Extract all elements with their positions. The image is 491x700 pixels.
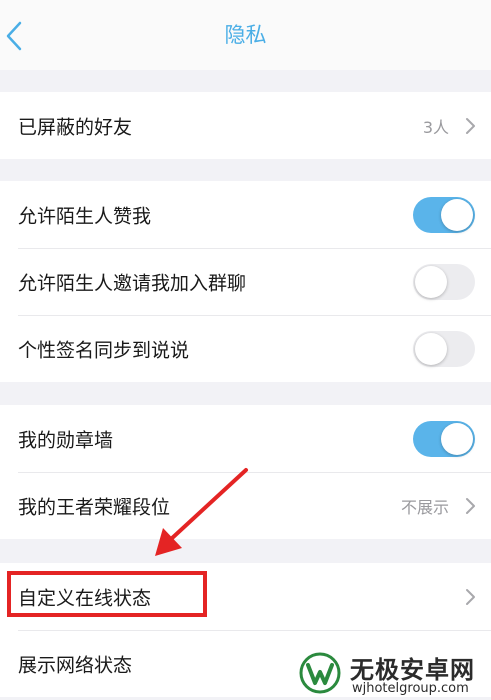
watermark: 无极安卓网 wjhotelgroup.com <box>298 648 491 700</box>
allow-stranger-group-invite-row: 允许陌生人邀请我加入群聊 <box>0 248 491 315</box>
row-label: 我的勋章墙 <box>18 429 114 451</box>
medal-wall-toggle[interactable] <box>413 420 475 457</box>
group-blocked: 已屏蔽的好友 3人 <box>0 92 491 159</box>
watermark-logo-icon <box>299 652 341 694</box>
row-label: 已屏蔽的好友 <box>18 116 133 138</box>
row-label: 允许陌生人赞我 <box>18 205 152 227</box>
group-profile-display: 我的勋章墙 我的王者荣耀段位 不展示 <box>0 405 491 539</box>
highlight-box <box>7 571 207 617</box>
signature-sync-toggle[interactable] <box>413 330 475 367</box>
chevron-right-icon <box>466 117 475 134</box>
game-rank-row[interactable]: 我的王者荣耀段位 不展示 <box>0 472 491 539</box>
page-title: 隐私 <box>224 23 267 47</box>
blocked-friends-row[interactable]: 已屏蔽的好友 3人 <box>0 92 491 159</box>
medal-wall-row: 我的勋章墙 <box>0 405 491 472</box>
row-label: 展示网络状态 <box>18 654 133 676</box>
chevron-right-icon <box>466 588 475 605</box>
group-stranger-settings: 允许陌生人赞我 允许陌生人邀请我加入群聊 个性签名同步到说说 <box>0 181 491 382</box>
watermark-url: wjhotelgroup.com <box>352 681 469 696</box>
allow-stranger-like-row: 允许陌生人赞我 <box>0 181 491 248</box>
row-label: 我的王者荣耀段位 <box>18 496 171 518</box>
row-label: 个性签名同步到说说 <box>18 339 190 361</box>
toggle-knob <box>441 422 473 455</box>
chevron-right-icon <box>466 497 475 514</box>
row-value: 3人 <box>422 117 449 137</box>
signature-sync-row: 个性签名同步到说说 <box>0 315 491 382</box>
toggle-knob <box>415 265 447 298</box>
toggle-knob <box>441 198 473 231</box>
allow-stranger-group-invite-toggle[interactable] <box>413 263 475 300</box>
allow-stranger-like-toggle[interactable] <box>413 196 475 233</box>
watermark-name: 无极安卓网 <box>350 656 475 684</box>
navigation-bar: 隐私 <box>0 0 491 70</box>
row-value: 不展示 <box>400 497 449 517</box>
row-label: 允许陌生人邀请我加入群聊 <box>18 272 247 294</box>
toggle-knob <box>415 332 447 365</box>
